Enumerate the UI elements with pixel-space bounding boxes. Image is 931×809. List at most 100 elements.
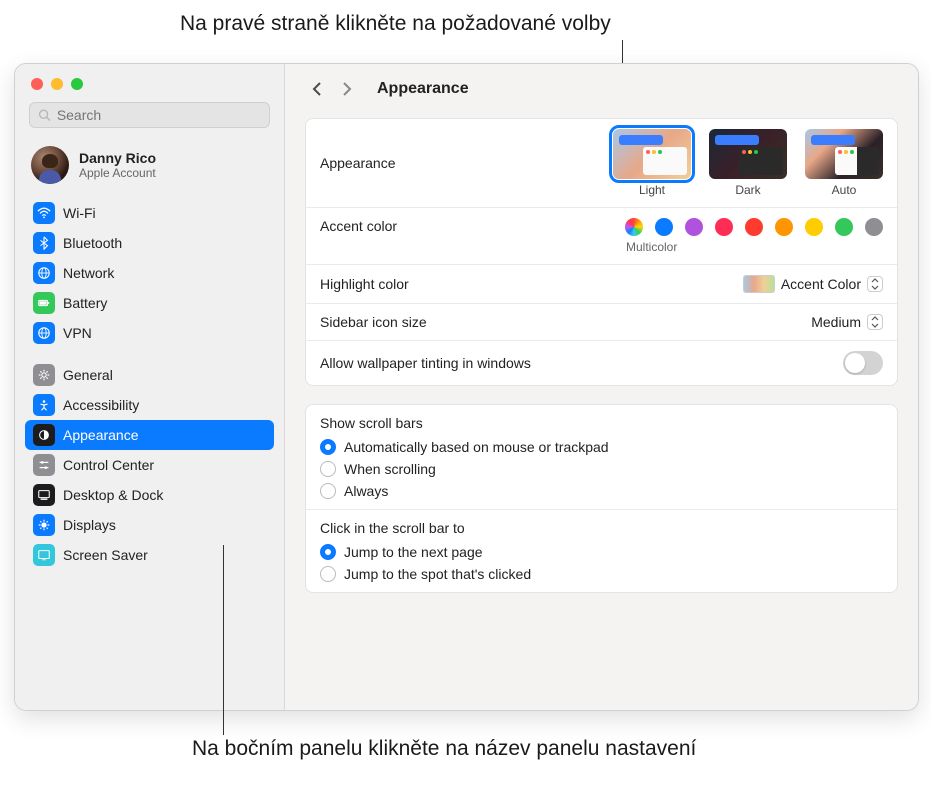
accent-dots <box>625 218 883 236</box>
radio-label: Jump to the next page <box>344 544 483 560</box>
network-icon <box>33 262 55 284</box>
account-row[interactable]: Danny Rico Apple Account <box>15 136 284 198</box>
search-box[interactable] <box>29 102 270 128</box>
appearance-option-dark[interactable]: Dark <box>709 129 787 197</box>
sidebar: Danny Rico Apple Account Wi-Fi Bluetooth… <box>15 64 285 710</box>
scroll-click-option-spot[interactable]: Jump to the spot that's clicked <box>320 566 531 582</box>
row-highlight-color: Highlight color Accent Color <box>306 265 897 304</box>
account-subtitle: Apple Account <box>79 166 156 180</box>
accessibility-icon <box>33 394 55 416</box>
highlight-select[interactable]: Accent Color <box>743 275 883 293</box>
sidebar-item-label: General <box>63 367 113 383</box>
settings-window: Danny Rico Apple Account Wi-Fi Bluetooth… <box>14 63 919 711</box>
scroll-bars-option-auto[interactable]: Automatically based on mouse or trackpad <box>320 439 609 455</box>
account-name: Danny Rico <box>79 150 156 166</box>
zoom-button[interactable] <box>71 78 83 90</box>
radio-icon <box>320 439 336 455</box>
accent-red[interactable] <box>745 218 763 236</box>
sidebar-item-appearance[interactable]: Appearance <box>25 420 274 450</box>
sidebar-icon-size-select[interactable]: Medium <box>811 314 883 330</box>
search-input[interactable] <box>57 107 261 123</box>
appearance-option-label: Dark <box>735 183 760 197</box>
sidebar-item-displays[interactable]: Displays <box>25 510 274 540</box>
accent-multicolor[interactable] <box>625 218 643 236</box>
back-button[interactable] <box>305 78 329 100</box>
screensaver-icon <box>33 544 55 566</box>
sidebar-item-label: Battery <box>63 295 107 311</box>
highlight-label: Highlight color <box>320 276 409 292</box>
sidebar-item-wifi[interactable]: Wi-Fi <box>25 198 274 228</box>
highlight-swatch <box>743 275 775 293</box>
appearance-label: Appearance <box>320 155 396 171</box>
row-appearance: Appearance Light Dark Auto <box>306 119 897 208</box>
sidebar-item-label: Desktop & Dock <box>63 487 163 503</box>
sidebar-item-screensaver[interactable]: Screen Saver <box>25 540 274 570</box>
sidebar-item-controlcenter[interactable]: Control Center <box>25 450 274 480</box>
appearance-option-light[interactable]: Light <box>613 129 691 197</box>
search-icon <box>38 108 51 122</box>
row-scroll-click: Click in the scroll bar to Jump to the n… <box>306 510 897 592</box>
scroll-bars-option-always[interactable]: Always <box>320 483 609 499</box>
appearance-options: Light Dark Auto <box>613 129 883 197</box>
callout-top: Na pravé straně klikněte na požadované v… <box>180 12 611 36</box>
minimize-button[interactable] <box>51 78 63 90</box>
displays-icon <box>33 514 55 536</box>
appearance-option-label: Auto <box>832 183 857 197</box>
close-button[interactable] <box>31 78 43 90</box>
sidebar-item-label: Network <box>63 265 114 281</box>
accent-colors: Multicolor <box>625 218 883 254</box>
radio-label: Always <box>344 483 388 499</box>
sidebar-group-system: General Accessibility Appearance Control… <box>25 360 274 570</box>
auto-thumbnail <box>805 129 883 179</box>
callout-line-bottom <box>223 545 224 735</box>
scroll-bars-radio-group: Automatically based on mouse or trackpad… <box>320 439 609 499</box>
sidebar-item-label: Bluetooth <box>63 235 122 251</box>
sidebar-item-label: VPN <box>63 325 92 341</box>
sidebar-item-label: Accessibility <box>63 397 139 413</box>
accent-label: Accent color <box>320 218 397 234</box>
sidebar-item-label: Control Center <box>63 457 154 473</box>
window-controls <box>15 64 284 102</box>
radio-icon <box>320 544 336 560</box>
radio-icon <box>320 461 336 477</box>
sidebar-item-battery[interactable]: Battery <box>25 288 274 318</box>
appearance-option-auto[interactable]: Auto <box>805 129 883 197</box>
scroll-bars-option-scrolling[interactable]: When scrolling <box>320 461 609 477</box>
sidebar-item-dock[interactable]: Desktop & Dock <box>25 480 274 510</box>
sidebar-item-label: Screen Saver <box>63 547 148 563</box>
scroll-click-label: Click in the scroll bar to <box>320 520 465 536</box>
row-sidebar-icon-size: Sidebar icon size Medium <box>306 304 897 341</box>
accent-green[interactable] <box>835 218 853 236</box>
appearance-option-label: Light <box>639 183 665 197</box>
row-accent-color: Accent color Mul <box>306 208 897 265</box>
sliders-icon <box>33 454 55 476</box>
header: Appearance <box>285 64 918 114</box>
sidebar-group-connectivity: Wi-Fi Bluetooth Network Battery VPN <box>25 198 274 348</box>
accent-yellow[interactable] <box>805 218 823 236</box>
accent-blue[interactable] <box>655 218 673 236</box>
row-scroll-bars: Show scroll bars Automatically based on … <box>306 405 897 510</box>
dark-thumbnail <box>709 129 787 179</box>
accent-orange[interactable] <box>775 218 793 236</box>
sidebar-item-network[interactable]: Network <box>25 258 274 288</box>
accent-gray[interactable] <box>865 218 883 236</box>
scroll-bars-label: Show scroll bars <box>320 415 423 431</box>
accent-pink[interactable] <box>715 218 733 236</box>
highlight-value: Accent Color <box>781 276 861 292</box>
row-wallpaper-tint: Allow wallpaper tinting in windows <box>306 341 897 385</box>
forward-button[interactable] <box>335 78 359 100</box>
sidebar-item-label: Wi-Fi <box>63 205 96 221</box>
accent-purple[interactable] <box>685 218 703 236</box>
scroll-click-option-page[interactable]: Jump to the next page <box>320 544 531 560</box>
radio-icon <box>320 566 336 582</box>
wallpaper-tint-toggle[interactable] <box>843 351 883 375</box>
callout-bottom: Na bočním panelu klikněte na název panel… <box>192 735 696 762</box>
dock-icon <box>33 484 55 506</box>
sidebar-item-accessibility[interactable]: Accessibility <box>25 390 274 420</box>
sidebar-item-bluetooth[interactable]: Bluetooth <box>25 228 274 258</box>
sidebar-item-general[interactable]: General <box>25 360 274 390</box>
radio-label: Jump to the spot that's clicked <box>344 566 531 582</box>
sidebar-icon-size-label: Sidebar icon size <box>320 314 427 330</box>
light-thumbnail <box>613 129 691 179</box>
sidebar-item-vpn[interactable]: VPN <box>25 318 274 348</box>
